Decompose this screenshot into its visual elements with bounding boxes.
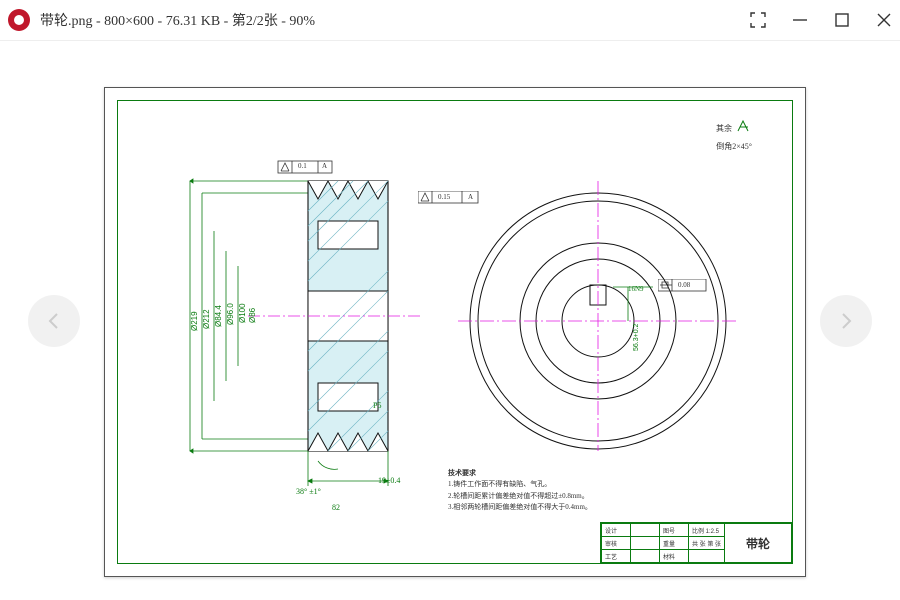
maximize-icon[interactable] <box>834 12 850 28</box>
tb-r1c1: 设计 <box>601 524 630 537</box>
gdt-2-val: 0.15 <box>438 193 450 201</box>
tb-r1c2: 图号 <box>659 524 688 537</box>
tb-r2c2: 重量 <box>659 537 688 550</box>
dim-pitch: 19±0.4 <box>378 476 400 485</box>
dim-keyw: 16N9 <box>628 285 644 293</box>
gdt-1-val: 0.1 <box>298 162 307 170</box>
dim-angle: 38° ±1° <box>296 487 321 496</box>
dim-key: 56.3+0.2 <box>633 324 640 351</box>
notes-line-2: 2.轮槽间距累计偏差绝对值不得超过±0.8mm。 <box>448 491 592 502</box>
note-chamfer: 倒角2×45° <box>716 141 752 152</box>
surface-finish-icon <box>736 119 754 133</box>
titlebar: 带轮.png - 800×600 - 76.31 KB - 第2/2张 - 90… <box>0 0 900 41</box>
note-rest: 其余 <box>716 123 732 134</box>
tb-r2c3: 共 张 第 张 <box>688 537 724 550</box>
tb-r1c3: 比例 1:2.5 <box>688 524 724 537</box>
notes-line-3: 3.相邻两轮槽间距偏差绝对值不得大于0.4mm。 <box>448 502 592 513</box>
dim-p5: P5 <box>373 401 381 410</box>
dim-d1: Ø219 <box>190 311 199 331</box>
notes-heading: 技术要求 <box>448 468 592 479</box>
tech-notes: 技术要求 1.铸件工作面不得有缺陷、气孔。 2.轮槽间距累计偏差绝对值不得超过±… <box>448 468 592 513</box>
dim-width: 82 <box>332 503 340 512</box>
notes-line-1: 1.铸件工作面不得有缺陷、气孔。 <box>448 479 592 490</box>
fullscreen-icon[interactable] <box>750 12 766 28</box>
tb-partname: 带轮 <box>725 524 792 563</box>
close-icon[interactable] <box>876 12 892 28</box>
tb-r3c2: 材料 <box>659 550 688 563</box>
title-block: 设计 图号 比例 1:2.5 带轮 审核 重量 共 张 第 张 工艺 材料 <box>600 522 792 563</box>
minimize-icon[interactable] <box>792 12 808 28</box>
window-title: 带轮.png - 800×600 - 76.31 KB - 第2/2张 - 90… <box>40 10 750 30</box>
next-button[interactable] <box>820 295 872 347</box>
prev-button[interactable] <box>28 295 80 347</box>
image-viewer: 其余 倒角2×45° <box>0 41 900 600</box>
tb-r3c3 <box>688 550 724 563</box>
dim-d6: Ø86 <box>248 308 257 323</box>
tb-r3c1: 工艺 <box>601 550 630 563</box>
dim-d5: Ø100 <box>238 303 247 323</box>
front-view <box>458 171 738 451</box>
gdt-1-ref: A <box>322 162 327 170</box>
dim-d3: Ø84.4 <box>214 305 223 327</box>
gdt-3-val: 0.08 <box>678 281 690 289</box>
app-logo <box>8 9 30 31</box>
dim-d2: Ø212 <box>202 309 211 329</box>
drawing-frame: 其余 倒角2×45° <box>117 100 793 564</box>
drawing-page: 其余 倒角2×45° <box>104 87 806 577</box>
dim-d4: Ø96.0 <box>226 303 235 325</box>
tb-r2c1: 审核 <box>601 537 630 550</box>
